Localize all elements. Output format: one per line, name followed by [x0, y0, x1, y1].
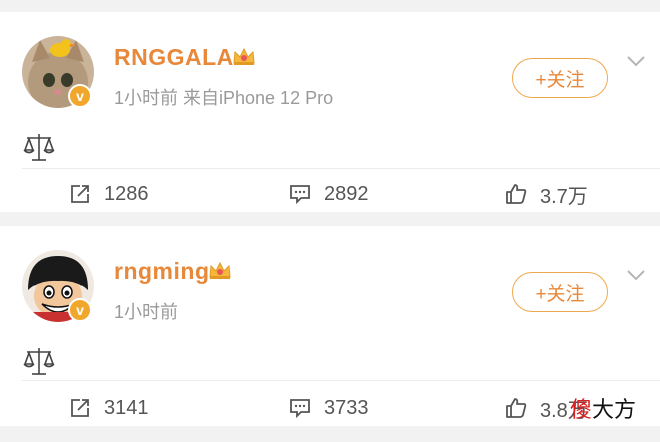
follow-button[interactable]: +关注	[512, 272, 608, 312]
watermark-part: 傻	[570, 397, 593, 422]
repost-button[interactable]: 3141	[68, 390, 149, 426]
post-meta: 1小时前 来自iPhone 12 Pro	[114, 88, 334, 108]
comment-button[interactable]: 2892	[288, 176, 369, 212]
watermark: 傻 大方	[570, 392, 636, 424]
feed-separator	[0, 212, 660, 226]
repost-icon	[71, 185, 89, 203]
divider	[22, 168, 660, 169]
feed-separator	[0, 0, 660, 12]
feed-separator	[0, 426, 660, 442]
verified-badge: v	[68, 298, 92, 322]
comment-count: 2892	[324, 182, 369, 205]
follow-button[interactable]: +关注	[512, 58, 608, 98]
repost-count: 1286	[104, 182, 149, 205]
crown-icon	[233, 47, 255, 65]
repost-count: 3141	[104, 396, 149, 419]
comment-icon	[290, 399, 310, 419]
post-meta: 1小时前	[114, 302, 179, 322]
repost-button[interactable]: 1286	[68, 176, 149, 212]
weibo-post: v RNGGALA 1小时前 来自iPhone 12 Pro +关注 1286	[0, 12, 660, 212]
repost-icon	[71, 399, 89, 417]
divider	[22, 380, 660, 381]
watermark-part: 大方	[592, 397, 637, 422]
like-count: 3.7万	[540, 185, 588, 208]
chevron-down-icon[interactable]	[626, 54, 646, 68]
username[interactable]: rngming	[114, 258, 210, 285]
chevron-down-icon[interactable]	[626, 268, 646, 282]
scale-icon	[23, 134, 55, 161]
username[interactable]: RNGGALA	[114, 44, 234, 71]
weibo-post: v rngming 1小时前 +关注 3141 3733 3.8万	[0, 226, 660, 426]
comment-count: 3733	[324, 396, 369, 419]
like-button[interactable]: 3.7万	[504, 176, 588, 212]
like-icon	[506, 398, 527, 418]
comment-button[interactable]: 3733	[288, 390, 369, 426]
comment-icon	[290, 185, 310, 205]
like-icon	[506, 184, 527, 204]
scale-icon	[23, 348, 55, 375]
crown-icon	[209, 261, 231, 279]
verified-badge: v	[68, 84, 92, 108]
